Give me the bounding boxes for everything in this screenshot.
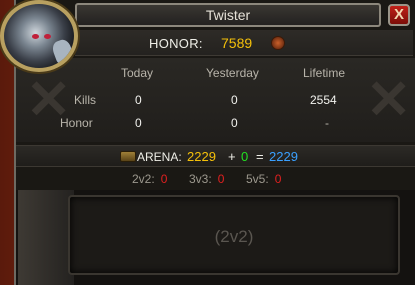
crossed-swords-icon: ✕ [366,70,412,130]
honor-label: HONOR: [149,36,203,51]
honor-today: 0 [135,116,142,130]
arena-emblem-icon [120,151,136,162]
row-label-honor: Honor [60,116,93,130]
column-header-lifetime: Lifetime [303,66,346,80]
team-slot-label: (2v2) [214,227,254,246]
kills-today: 0 [135,93,142,107]
row-label-kills: Kills [74,93,97,107]
bracket-value: 0 [274,172,282,186]
arena-equals: = [256,149,264,164]
window-title: Twister [75,3,381,27]
bracket-value: 0 [217,172,225,186]
honor-header: HONOR: 7589 [75,30,413,56]
character-silhouette [18,190,74,285]
bracket-name: 5v5: [246,172,269,186]
bracket-name: 3v3: [189,172,212,186]
team-slot-2v2[interactable]: (2v2) [68,195,400,275]
column-header-yesterday: Yesterday [206,66,259,80]
character-portrait [0,0,78,72]
stats-table: ✕ ✕ Today Yesterday Lifetime Kills 0 0 2… [16,58,415,142]
bracket-value: 0 [160,172,168,186]
portrait-eye [44,34,51,39]
bracket-2v2: 2v2: 0 [132,172,167,186]
arena-label: ARENA: [137,150,182,164]
close-icon: X [393,6,404,23]
honor-coin-icon [271,36,285,50]
portrait-eye [32,34,39,39]
kills-lifetime: 2554 [310,93,337,107]
arena-points-lifetime: 2229 [269,149,298,164]
honor-yesterday: 0 [231,116,238,130]
bracket-name: 2v2: [132,172,155,186]
bracket-3v3: 3v3: 0 [189,172,224,186]
arena-plus: + [228,149,236,164]
bracket-5v5: 5v5: 0 [246,172,281,186]
column-header-today: Today [121,66,154,80]
close-button[interactable]: X [388,4,410,26]
arena-points-today: 0 [241,149,249,164]
arena-summary: ARENA: 2229 + 0 = 2229 [16,145,415,167]
kills-yesterday: 0 [231,93,238,107]
honor-value: 7589 [221,35,253,51]
honor-lifetime: - [325,116,329,130]
arena-points-total: 2229 [187,149,216,164]
